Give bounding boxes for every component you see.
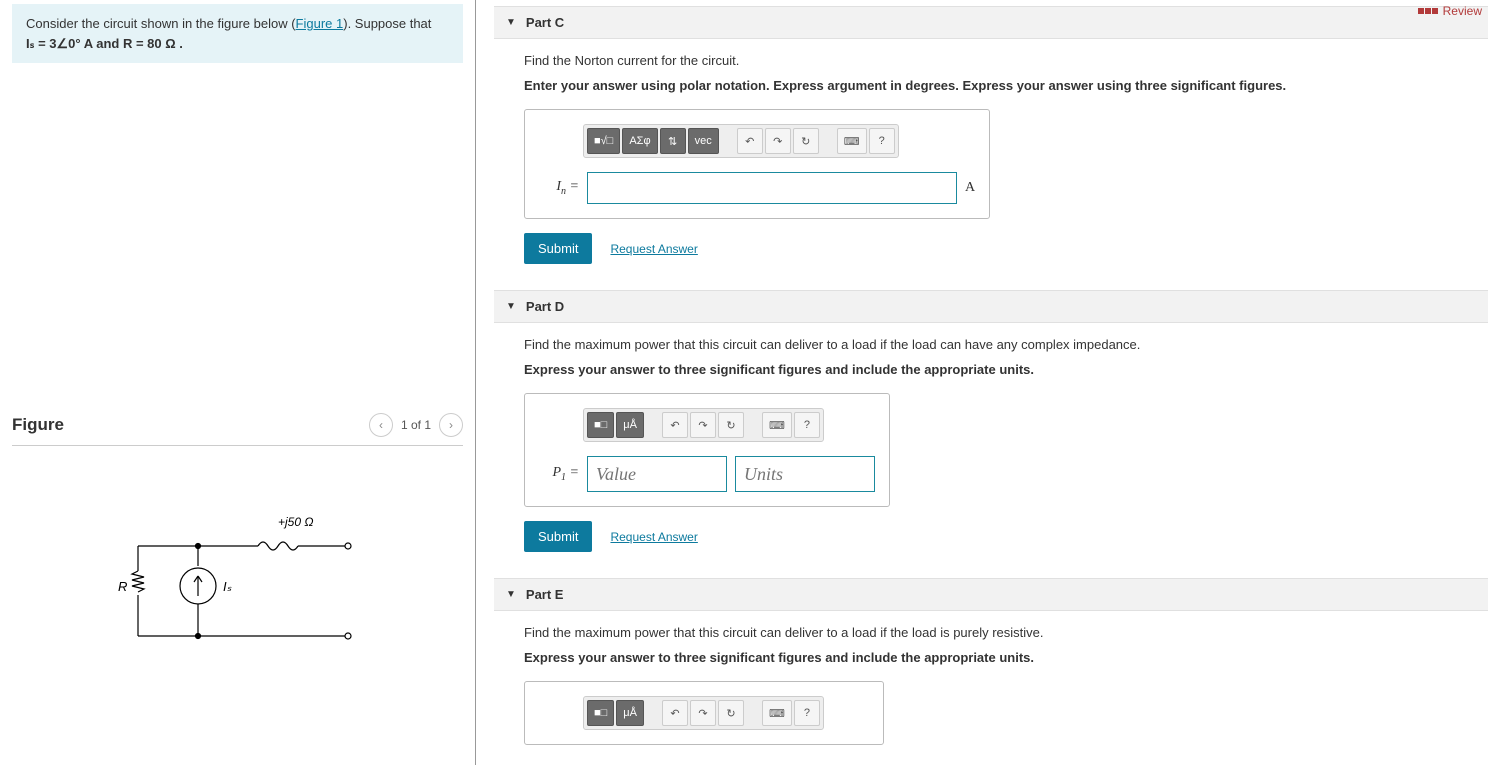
part-c-unit: A [965,180,975,196]
undo-button[interactable]: ↶ [737,128,763,154]
updown-button[interactable]: ⇅ [660,128,686,154]
source-label: Iₛ [223,579,232,594]
part-d-prompt: Find the maximum power that this circuit… [524,337,1458,352]
part-d-units-input[interactable] [735,456,875,492]
part-e-header[interactable]: ▼ Part E [494,578,1488,611]
reset-button[interactable]: ↻ [718,700,744,726]
figure-prev-button[interactable]: ‹ [369,413,393,437]
part-e-instr: Express your answer to three significant… [524,650,1458,665]
undo-button[interactable]: ↶ [662,700,688,726]
help-button[interactable]: ? [794,412,820,438]
review-icon [1418,8,1439,14]
part-d-answer-box: ■□ μÅ ↶ ↷ ↻ ⌨ ? P1 = [524,393,890,507]
figure-next-button[interactable]: › [439,413,463,437]
part-c-input[interactable] [587,172,957,204]
greek-button[interactable]: ΑΣφ [622,128,657,154]
resistor-label: R [118,579,127,594]
part-d-header[interactable]: ▼ Part D [494,290,1488,323]
figure-heading: Figure [12,415,64,435]
part-e-toolbar: ■□ μÅ ↶ ↷ ↻ ⌨ ? [583,696,824,730]
part-c-answer-box: ■√□ ΑΣφ ⇅ vec ↶ ↷ ↻ ⌨ ? In = A [524,109,990,219]
intro-text-mid: ). Suppose that [343,16,431,31]
part-d-var: P1 = [539,465,579,483]
help-button[interactable]: ? [794,700,820,726]
part-c-var: In = [539,179,579,197]
part-e-title: Part E [526,587,564,602]
keyboard-button[interactable]: ⌨ [837,128,867,154]
intro-text-pre: Consider the circuit shown in the figure… [26,16,296,31]
part-d-toolbar: ■□ μÅ ↶ ↷ ↻ ⌨ ? [583,408,824,442]
units-micro-button[interactable]: μÅ [616,700,644,726]
redo-button[interactable]: ↷ [765,128,791,154]
part-c-toolbar: ■√□ ΑΣφ ⇅ vec ↶ ↷ ↻ ⌨ ? [583,124,899,158]
intro-equation: Iₛ = 3∠0° A and R = 80 Ω . [26,36,183,51]
help-button[interactable]: ? [869,128,895,154]
units-micro-button[interactable]: μÅ [616,412,644,438]
part-e-answer-box: ■□ μÅ ↶ ↷ ↻ ⌨ ? [524,681,884,745]
collapse-icon: ▼ [506,301,516,312]
part-d-instr: Express your answer to three significant… [524,362,1458,377]
reset-button[interactable]: ↻ [793,128,819,154]
part-d-submit-button[interactable]: Submit [524,521,592,552]
figure-link[interactable]: Figure 1 [296,16,344,31]
undo-button[interactable]: ↶ [662,412,688,438]
redo-button[interactable]: ↷ [690,412,716,438]
review-link[interactable]: Review [1418,4,1482,18]
circuit-figure: +j50 Ω R Iₛ [12,506,463,666]
collapse-icon: ▼ [506,17,516,28]
part-c-instr: Enter your answer using polar notation. … [524,78,1458,93]
reset-button[interactable]: ↻ [718,412,744,438]
part-d-value-input[interactable] [587,456,727,492]
part-e-prompt: Find the maximum power that this circuit… [524,625,1458,640]
keyboard-button[interactable]: ⌨ [762,412,792,438]
part-c-header[interactable]: ▼ Part C [494,6,1488,39]
keyboard-button[interactable]: ⌨ [762,700,792,726]
redo-button[interactable]: ↷ [690,700,716,726]
part-d-request-link[interactable]: Request Answer [610,530,697,544]
collapse-icon: ▼ [506,589,516,600]
problem-intro: Consider the circuit shown in the figure… [12,4,463,63]
part-c-title: Part C [526,15,564,30]
part-d-title: Part D [526,299,564,314]
frac-button[interactable]: ■√□ [587,128,620,154]
inductor-label: +j50 Ω [278,515,313,529]
part-c-prompt: Find the Norton current for the circuit. [524,53,1458,68]
part-c-request-link[interactable]: Request Answer [610,242,697,256]
units-frac-button[interactable]: ■□ [587,412,614,438]
vec-button[interactable]: vec [688,128,719,154]
units-frac-button[interactable]: ■□ [587,700,614,726]
figure-nav-label: 1 of 1 [401,418,431,432]
part-c-submit-button[interactable]: Submit [524,233,592,264]
